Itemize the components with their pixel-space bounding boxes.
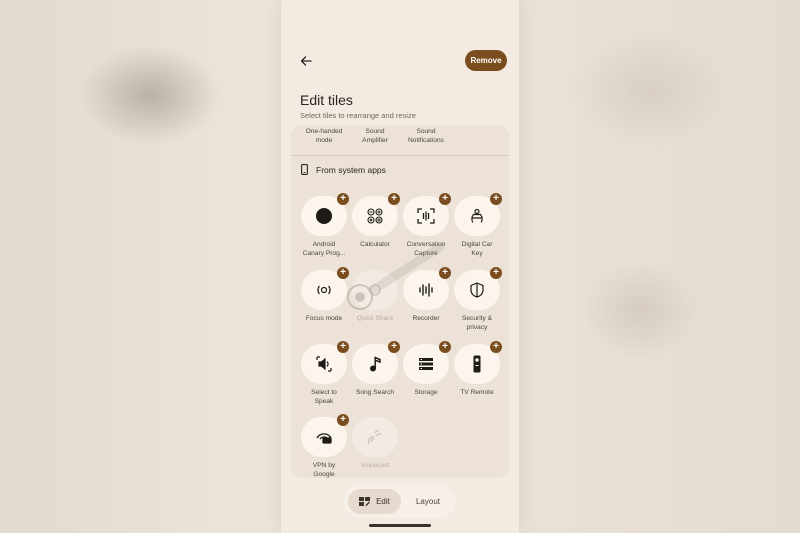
home-indicator[interactable] xyxy=(369,524,431,527)
tv-remote-icon xyxy=(473,355,481,373)
storage-icon xyxy=(419,358,433,370)
tile-label: Song Search xyxy=(355,389,395,396)
car-key-icon xyxy=(471,208,483,223)
tile-label: Calculator xyxy=(360,241,390,248)
tile-label: Android Canary Prog... xyxy=(302,241,346,257)
tile-quick-share[interactable]: Quick Share xyxy=(350,270,400,323)
tile-android-canary[interactable]: + Android Canary Prog... xyxy=(299,193,349,258)
tile-label: TV Remote xyxy=(460,389,494,396)
phone-screen: Remove Edit tiles Select tiles to rearra… xyxy=(281,0,519,533)
tile-vpn-by-google[interactable]: + VPN by Google xyxy=(299,414,349,478)
add-badge-icon[interactable]: + xyxy=(337,341,349,353)
back-button[interactable] xyxy=(297,52,315,70)
tile-song-search[interactable]: + Song Search xyxy=(350,341,400,397)
dot-icon xyxy=(316,208,332,224)
tile-storage[interactable]: + Storage xyxy=(401,341,451,397)
tile-label: Digital Car Key xyxy=(461,241,493,257)
add-badge-icon[interactable]: + xyxy=(337,414,349,426)
section-title: From system apps xyxy=(316,164,386,175)
add-badge-icon[interactable]: + xyxy=(490,341,502,353)
tile-security-privacy[interactable]: + Security & privacy xyxy=(452,267,502,332)
calculator-icon xyxy=(367,208,383,224)
tile-label: Select to Speak xyxy=(311,389,337,405)
tile-voicecast[interactable]: Voicecast xyxy=(350,417,400,470)
page-title: Edit tiles xyxy=(300,92,353,108)
page-subtitle: Select tiles to rearrange and resize xyxy=(300,111,416,120)
add-badge-icon[interactable]: + xyxy=(439,267,451,279)
edit-label: Edit xyxy=(376,497,390,506)
add-badge-icon[interactable]: + xyxy=(388,193,400,205)
tile-select-to-speak[interactable]: + Select to Speak xyxy=(299,341,349,406)
phone-icon xyxy=(301,164,308,175)
tile-tv-remote[interactable]: + TV Remote xyxy=(452,341,502,397)
top-tile-sound-amplifier[interactable]: Sound Amplifier xyxy=(350,127,400,145)
add-badge-icon[interactable]: + xyxy=(337,267,349,279)
tile-label: VPN by Google xyxy=(312,462,336,478)
layout-mode-button[interactable]: Layout xyxy=(404,489,452,514)
tile-label: Voicecast xyxy=(360,462,390,469)
add-badge-icon[interactable]: + xyxy=(490,193,502,205)
mode-switcher: Edit Layout xyxy=(344,485,456,518)
add-badge-icon[interactable]: + xyxy=(439,193,451,205)
voicecast-icon xyxy=(368,430,382,445)
tile-label: Quick Share xyxy=(356,315,394,322)
add-badge-icon[interactable]: + xyxy=(337,193,349,205)
tile-conversation-capture[interactable]: + Conversation Capture xyxy=(401,193,451,258)
edit-tiles-icon xyxy=(359,496,371,506)
capture-icon xyxy=(417,208,435,224)
top-tile-sound-notifications[interactable]: Sound Notifications xyxy=(399,127,453,145)
top-tile-one-handed-mode[interactable]: One-handed mode xyxy=(299,127,349,145)
speak-icon xyxy=(316,356,332,372)
section-header: From system apps xyxy=(301,164,386,175)
tiles-panel: One-handed mode Sound Amplifier Sound No… xyxy=(291,125,509,478)
tile-calculator[interactable]: + Calculator xyxy=(350,193,400,249)
tile-digital-car-key[interactable]: + Digital Car Key xyxy=(452,193,502,258)
tile-focus-mode[interactable]: + Focus mode xyxy=(299,267,349,323)
tile-recorder[interactable]: + Recorder xyxy=(401,267,451,323)
top-tiles-row: One-handed mode Sound Amplifier Sound No… xyxy=(291,125,509,156)
focus-icon xyxy=(317,285,331,295)
add-badge-icon[interactable]: + xyxy=(388,341,400,353)
tile-label: Focus mode xyxy=(305,315,343,322)
shield-icon xyxy=(470,282,484,298)
add-badge-icon[interactable]: + xyxy=(439,341,451,353)
back-arrow-icon xyxy=(300,56,312,66)
tile-label: Security & privacy xyxy=(461,315,493,331)
recorder-icon xyxy=(419,283,433,297)
vpn-icon xyxy=(316,433,332,444)
add-badge-icon[interactable]: + xyxy=(490,267,502,279)
edit-mode-button[interactable]: Edit xyxy=(348,489,401,514)
remove-button[interactable]: Remove xyxy=(465,50,507,71)
tile-label: Storage xyxy=(414,389,438,396)
tile-label: Recorder xyxy=(412,315,440,322)
music-note-icon xyxy=(370,356,381,372)
quick-share-icon xyxy=(369,284,381,296)
tile-label: Conversation Capture xyxy=(406,241,446,257)
